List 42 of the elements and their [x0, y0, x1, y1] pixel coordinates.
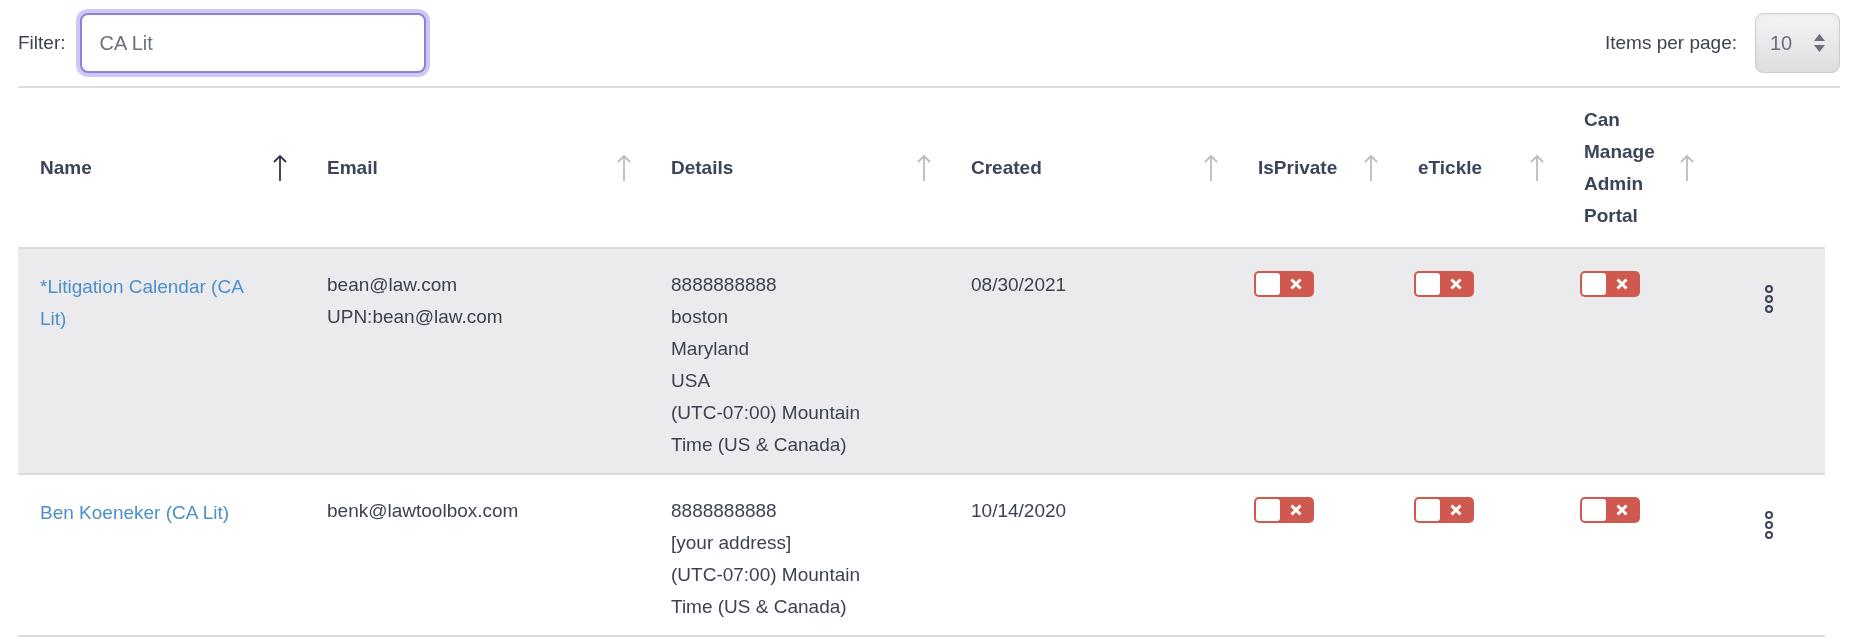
items-per-page-select[interactable]: 10	[1755, 13, 1840, 73]
filter-label: Filter:	[18, 30, 66, 55]
created-date: 10/14/2020	[971, 499, 1068, 523]
column-header[interactable]: eTickle	[1418, 151, 1483, 184]
up-down-caret-icon	[1814, 34, 1825, 52]
close-icon	[1450, 504, 1462, 516]
table-row[interactable]: *Litigation Calendar (CA Lit) bean@law.com UPN:bean@law.com 8888888888 boston Maryland USA (UTC-07:00) Mountain Time (US & Canada) 08/30/2021	[18, 248, 1825, 474]
email-text: benk@lawtoolbox.com	[327, 499, 520, 523]
table-row[interactable]: Ben Koeneker (CA Lit) benk@lawtoolbox.com 8888888888 [your address] (UTC-07:00) Mountain Time (US & Canada) 10/14/2020	[18, 474, 1825, 636]
toggle-switch[interactable]	[1414, 271, 1474, 297]
sort-arrow-icon[interactable]	[273, 153, 287, 182]
close-icon	[1616, 278, 1628, 290]
close-icon	[1290, 278, 1302, 290]
close-icon	[1450, 278, 1462, 290]
items-per-page-label: Items per page:	[1604, 30, 1737, 55]
toggle-switch[interactable]	[1254, 497, 1314, 523]
details-text: USA	[671, 369, 712, 393]
details-text: [your address]	[671, 531, 793, 555]
email-text: UPN:bean@law.com	[327, 305, 504, 329]
details-text: 8888888888	[671, 499, 778, 523]
column-header[interactable]: Details	[671, 151, 734, 184]
filter-field[interactable]: CA Lit	[79, 13, 426, 73]
column-header[interactable]: IsPrivate	[1258, 151, 1338, 184]
created-date: 08/30/2021	[971, 273, 1068, 297]
column-header[interactable]: Name	[40, 151, 92, 184]
details-text: (UTC-07:00) Mountain Time (US & Canada)	[671, 401, 862, 457]
details-text: boston	[671, 305, 730, 329]
column-header[interactable]: Can Manage Admin Portal	[1584, 103, 1664, 232]
toggle-switch[interactable]	[1414, 497, 1474, 523]
details-text: 8888888888	[671, 273, 778, 297]
column-header[interactable]: Created	[971, 151, 1042, 184]
more-options-icon[interactable]	[1764, 511, 1774, 539]
toggle-switch[interactable]	[1580, 271, 1640, 297]
email-text: bean@law.com	[327, 273, 459, 297]
toggle-switch[interactable]	[1254, 271, 1314, 297]
details-text: Maryland	[671, 337, 751, 361]
close-icon	[1616, 504, 1628, 516]
more-options-icon[interactable]	[1764, 285, 1774, 313]
details-text: (UTC-07:00) Mountain Time (US & Canada)	[671, 563, 862, 619]
close-icon	[1290, 504, 1302, 516]
column-header[interactable]: Email	[327, 151, 378, 184]
toggle-switch[interactable]	[1580, 497, 1640, 523]
